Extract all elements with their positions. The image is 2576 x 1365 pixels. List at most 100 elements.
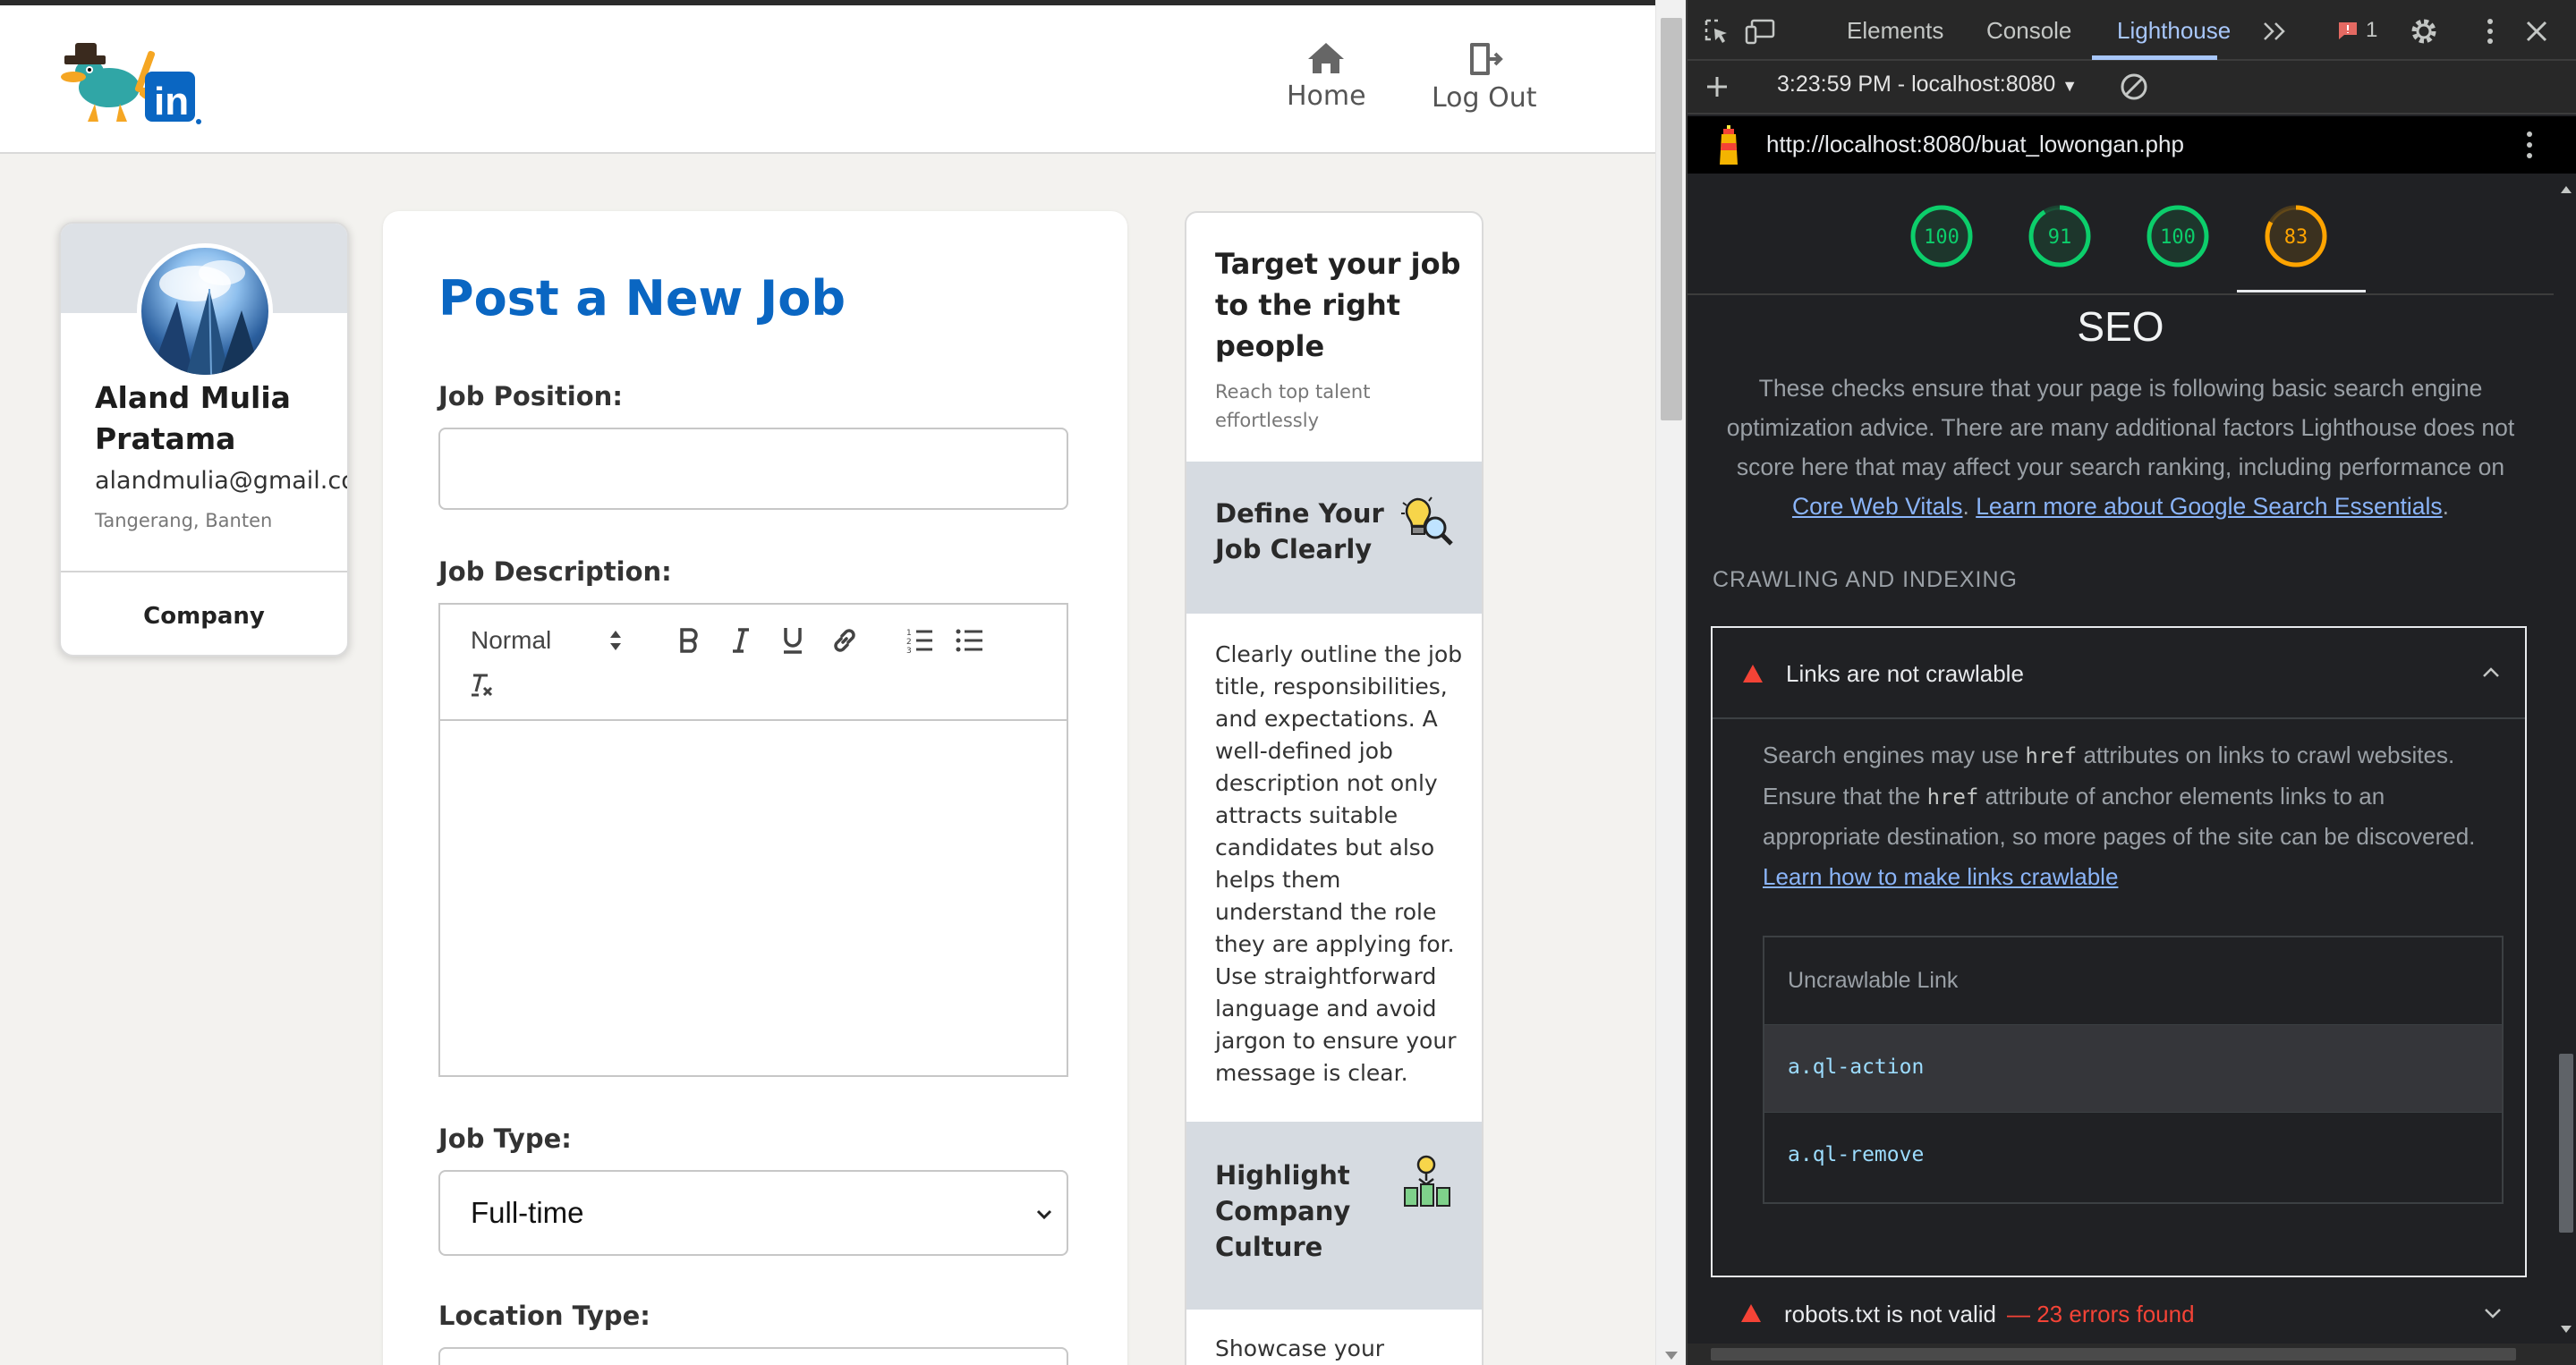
italic-icon <box>733 628 749 653</box>
kebab-menu-icon[interactable] <box>2526 131 2533 159</box>
job-position-input[interactable] <box>438 428 1068 510</box>
issues-badge[interactable]: 1 <box>2337 18 2377 43</box>
kebab-menu-icon[interactable] <box>2475 16 2505 47</box>
profile-location: Tangerang, Banten <box>95 510 273 531</box>
clear-reports-icon[interactable] <box>2119 72 2149 102</box>
audit-title: robots.txt is not valid — 23 errors found <box>1784 1301 2195 1328</box>
tip-body: Showcase your <box>1215 1335 1385 1361</box>
italic-button[interactable] <box>723 623 759 658</box>
gauge-score: 91 <box>2048 226 2072 249</box>
page-scroll-thumb[interactable] <box>1661 18 1682 420</box>
table-row[interactable]: a.ql-remove <box>1764 1113 2502 1200</box>
audit-title: Links are not crawlable <box>1786 660 2024 687</box>
score-gauge[interactable]: 100 <box>1909 204 1974 268</box>
nav-home[interactable]: Home <box>1287 41 1366 112</box>
search-essentials-link[interactable]: Learn more about Google Search Essential… <box>1976 493 2442 520</box>
company-link[interactable]: Company <box>61 603 347 630</box>
active-tab-indicator <box>2092 55 2217 60</box>
horizontal-scrollbar[interactable] <box>1688 1344 2576 1365</box>
bold-button[interactable] <box>671 623 707 658</box>
gauge-score: 83 <box>2284 226 2308 249</box>
section-heading: CRAWLING AND INDEXING <box>1713 567 2018 592</box>
profile-divider <box>61 571 347 572</box>
profile-card: Aland Mulia Pratama alandmulia@gmail.com… <box>59 222 349 657</box>
tab-elements[interactable]: Elements <box>1847 0 1943 61</box>
bullet-list-icon <box>956 629 982 652</box>
tip-header: Define Your Job Clearly <box>1186 462 1482 614</box>
tip-header: Highlight Company Culture <box>1186 1122 1482 1310</box>
gauge-score: 100 <box>2160 226 2196 249</box>
home-icon <box>1308 43 1345 73</box>
devtools-panel: Elements Console Lighthouse 1 3:23:59 PM… <box>1686 0 2576 1365</box>
robots-title-text: robots.txt is not valid <box>1784 1301 1996 1327</box>
avatar[interactable] <box>137 243 273 379</box>
report-select[interactable]: 3:23:59 PM - localhost:8080 ▼ <box>1777 72 2078 98</box>
audit-header[interactable]: Links are not crawlable <box>1713 628 2525 719</box>
close-icon[interactable] <box>2521 16 2552 47</box>
score-gauge[interactable]: 91 <box>2028 204 2092 268</box>
nav-home-label: Home <box>1287 81 1366 112</box>
ordered-list-button[interactable]: 123 <box>902 623 938 658</box>
report-scroll-thumb[interactable] <box>2559 1054 2573 1233</box>
scroll-down-arrow-icon[interactable] <box>2561 1326 2572 1333</box>
svg-text:1: 1 <box>906 629 912 638</box>
tab-lighthouse[interactable]: Lighthouse <box>2117 0 2231 61</box>
location-type-select[interactable] <box>438 1347 1068 1365</box>
job-type-value: Full-time <box>471 1196 584 1229</box>
scroll-down-arrow-icon[interactable] <box>1665 1352 1678 1360</box>
report-scrollbar[interactable] <box>2554 174 2576 1345</box>
report-select-value: 3:23:59 PM - localhost:8080 <box>1777 72 2056 97</box>
table-row[interactable]: a.ql-action <box>1764 1025 2502 1113</box>
audit-links-not-crawlable: Links are not crawlable Search engines m… <box>1711 626 2527 1277</box>
report-url[interactable]: http://localhost:8080/buat_lowongan.php <box>1766 131 2184 158</box>
top-navbar: in Home Log Out <box>0 5 1655 154</box>
avatar-image <box>150 260 261 375</box>
header-format-select[interactable]: Normal <box>471 623 623 658</box>
seo-description: These checks ensure that your page is fo… <box>1726 375 2515 520</box>
job-type-select[interactable]: Full-time <box>438 1170 1068 1256</box>
lighthouse-toolbar: 3:23:59 PM - localhost:8080 ▼ <box>1688 61 2576 114</box>
clear-format-button[interactable] <box>463 667 499 703</box>
devtools-tab-bar: Elements Console Lighthouse 1 <box>1688 0 2576 61</box>
tips-card: Target your job to the right people Reac… <box>1185 211 1484 1365</box>
underline-icon <box>784 628 802 654</box>
tip-title: Highlight Company Culture <box>1215 1160 1351 1262</box>
learn-crawlable-link[interactable]: Learn how to make links crawlable <box>1763 863 2118 890</box>
site-logo[interactable]: in <box>55 32 206 131</box>
location-type-label: Location Type: <box>438 1301 650 1331</box>
post-job-form: Post a New Job Job Position: Job Descrip… <box>383 211 1127 1365</box>
horizontal-scroll-thumb[interactable] <box>1711 1348 2516 1361</box>
editor-body[interactable] <box>440 723 1067 1075</box>
bold-icon <box>680 628 698 653</box>
culture-icon <box>1404 1155 1450 1207</box>
report-url-bar: http://localhost:8080/buat_lowongan.php <box>1688 116 2576 174</box>
settings-gear-icon[interactable] <box>2409 16 2439 47</box>
job-position-label: Job Position: <box>438 381 623 411</box>
clear-format-icon <box>472 674 493 697</box>
header-format-value: Normal <box>471 626 552 654</box>
device-toolbar-icon[interactable] <box>1745 16 1775 47</box>
nav-logout[interactable]: Log Out <box>1432 41 1537 114</box>
tab-console[interactable]: Console <box>1986 0 2071 61</box>
scroll-up-arrow-icon[interactable] <box>2561 186 2572 193</box>
seo-description-text: These checks ensure that your page is fo… <box>1726 375 2515 480</box>
underline-button[interactable] <box>775 623 811 658</box>
more-tabs-icon[interactable] <box>2260 16 2291 47</box>
lighthouse-report: SEO These checks ensure that your page i… <box>1688 297 2554 1344</box>
chevron-up-icon[interactable] <box>2480 662 2502 683</box>
robots-error-count: — 23 errors found <box>2007 1301 2195 1327</box>
chevron-down-icon[interactable] <box>2482 1302 2504 1324</box>
score-gauge[interactable]: 83 <box>2264 204 2328 268</box>
bullet-list-button[interactable] <box>952 623 988 658</box>
inspect-element-icon[interactable] <box>1702 16 1732 47</box>
link-button[interactable] <box>827 623 863 658</box>
chevron-down-icon <box>1036 1209 1052 1220</box>
issue-flag-icon <box>2339 22 2357 39</box>
new-report-plus-icon[interactable] <box>1702 72 1732 102</box>
uncrawlable-links-table: Uncrawlable Link a.ql-action a.ql-remove <box>1763 936 2504 1204</box>
page-scrollbar[interactable] <box>1655 0 1686 1365</box>
updown-arrows-icon <box>610 631 621 650</box>
core-web-vitals-link[interactable]: Core Web Vitals <box>1792 493 1963 520</box>
tips-heading: Target your job to the right people <box>1215 247 1461 363</box>
score-gauge[interactable]: 100 <box>2146 204 2210 268</box>
